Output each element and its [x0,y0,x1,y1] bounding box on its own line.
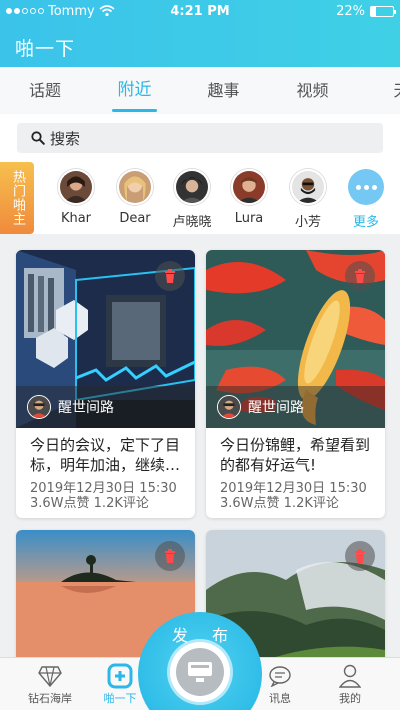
post-image-koi: 醒世间路 [206,250,385,428]
nav-label: 我的 [339,692,361,705]
delete-button[interactable] [155,541,185,571]
delete-button[interactable] [345,261,375,291]
post-description: 今日的会议，定下了目标，明年加油，继续… [30,436,181,474]
trash-icon [165,269,175,283]
post-stats: 3.6W点赞 1.2K评论 [30,496,149,511]
status-time: 4:21 PM [170,3,230,19]
signal-icon [6,8,44,14]
page-title: 啪一下 [15,38,76,60]
post-stats: 3.6W点赞 1.2K评论 [220,496,339,511]
more-dots-icon [348,169,384,205]
diamond-icon [38,666,62,687]
avatar [58,169,94,205]
author-avatar [27,395,51,419]
tab-bar: 话题 附近 趣事 视频 天 [0,67,400,114]
post-card[interactable]: 醒世间路 今日份锦鲤，希望看到的都有好运气! 2019年12月30日 15:30… [206,250,385,518]
app-header: Tommy 4:21 PM 22% 啪一下 [0,0,400,67]
avatar [290,169,326,205]
user-name: 小芳 [294,215,321,230]
delete-button[interactable] [345,541,375,571]
trash-icon [165,549,175,563]
post-date: 2019年12月30日 15:30 [30,481,177,496]
post-card[interactable]: 醒世间路 今日的会议，定下了目标，明年加油，继续… 2019年12月30日 15… [16,250,195,518]
hot-badge-label: 热门啪主 [10,170,25,226]
search-icon [31,131,45,145]
search-area: 搜索 [0,114,400,162]
user-name: Lura [234,211,264,226]
avatar [174,169,210,205]
post-description: 今日份锦鲤，希望看到的都有好运气! [220,436,371,474]
avatar [117,169,153,205]
publish-button[interactable] [170,642,230,702]
message-icon [269,666,291,687]
post-image-office: 醒世间路 [16,250,195,428]
more-users-button[interactable]: 更多 [341,169,391,230]
publish-label-2: 布 [212,626,229,645]
tab-more-cut[interactable]: 天 [357,67,400,114]
hot-badge[interactable]: 热门啪主 [0,162,34,234]
avatar [231,169,267,205]
trash-icon [355,269,365,283]
user-item-dear[interactable]: Dear [110,169,160,226]
author-avatar [217,395,241,419]
delete-button[interactable] [155,261,185,291]
tab-nearby[interactable]: 附近 [90,67,179,114]
nav-diamond-coast[interactable]: 钻石海岸 [20,662,80,706]
user-item-xiaofang[interactable]: 小芳 [283,169,333,230]
tab-topics[interactable]: 话题 [0,67,90,114]
hot-users-strip: 热门啪主 Khar Dear 卢晓晓 Lura 小芳 更多 [0,162,400,234]
app-logo-icon [107,663,133,689]
tab-video[interactable]: 视频 [268,67,357,114]
publish-label-1: 发 [172,626,189,645]
user-name: 卢晓晓 [172,215,212,230]
battery-percent: 22% [336,3,365,19]
tab-fun[interactable]: 趣事 [179,67,268,114]
user-item-lura[interactable]: Lura [224,169,274,226]
search-placeholder: 搜索 [50,129,81,148]
user-name: Dear [119,211,151,226]
nav-label: 钻石海岸 [28,692,72,705]
post-author[interactable]: 醒世间路 [206,386,385,428]
user-item-khar[interactable]: Khar [51,169,101,226]
author-name: 醒世间路 [248,400,304,416]
status-bar: Tommy 4:21 PM 22% [0,0,400,22]
post-author[interactable]: 醒世间路 [16,386,195,428]
author-name: 醒世间路 [58,400,114,416]
wifi-icon [99,5,115,17]
nav-profile[interactable]: 我的 [320,662,380,706]
battery-icon [370,5,396,17]
user-item-luxiaoxiao[interactable]: 卢晓晓 [167,169,217,230]
post-date: 2019年12月30日 15:30 [220,481,367,496]
publish-icon [188,662,212,682]
more-label: 更多 [352,215,379,230]
profile-icon [339,664,361,688]
trash-icon [355,549,365,563]
carrier-label: Tommy [48,3,95,19]
search-input[interactable]: 搜索 [17,123,383,153]
user-name: Khar [60,211,92,226]
